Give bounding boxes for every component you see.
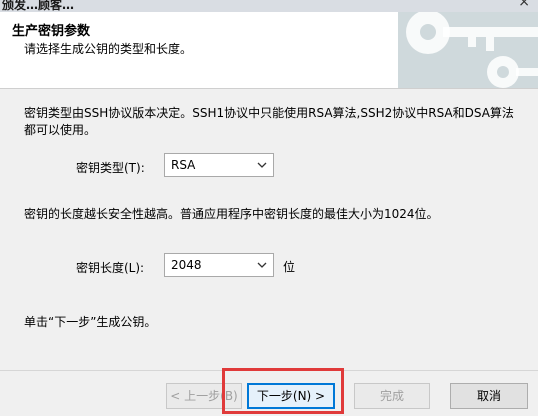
page-subtitle: 请选择生成公钥的类型和长度。 [24,42,193,56]
key-icon [398,12,538,88]
window-titlebar: 颁发…顾客… × [0,0,538,12]
cancel-button[interactable]: 取消 [450,383,528,409]
key-length-select[interactable]: 2048 [164,253,274,277]
finish-button[interactable]: 完成 [354,383,430,409]
wizard-header: 生产密钥参数 请选择生成公钥的类型和长度。 [0,12,538,89]
key-type-value: RSA [171,158,196,172]
key-length-label: 密钥长度(L): [76,261,145,275]
wizard-body: 密钥类型由SSH协议版本决定。SSH1协议中只能使用RSA算法,SSH2协议中R… [0,89,538,369]
key-length-value: 2048 [171,258,202,272]
close-icon[interactable]: × [518,0,530,10]
highlight-box [222,368,344,414]
length-note: 密钥的长度越长安全性越高。普通应用程序中密钥长度的最佳大小为1024位。 [24,207,439,221]
chevron-down-icon [257,154,267,176]
key-length-unit: 位 [283,260,296,274]
intro-text: 密钥类型由SSH协议版本决定。SSH1协议中只能使用RSA算法,SSH2协议中R… [24,106,514,137]
next-hint: 单击“下一步”生成公钥。 [24,315,157,329]
key-type-select[interactable]: RSA [164,153,274,177]
key-type-label: 密钥类型(T): [76,161,145,175]
chevron-down-icon [257,254,267,276]
page-title: 生产密钥参数 [12,24,91,39]
